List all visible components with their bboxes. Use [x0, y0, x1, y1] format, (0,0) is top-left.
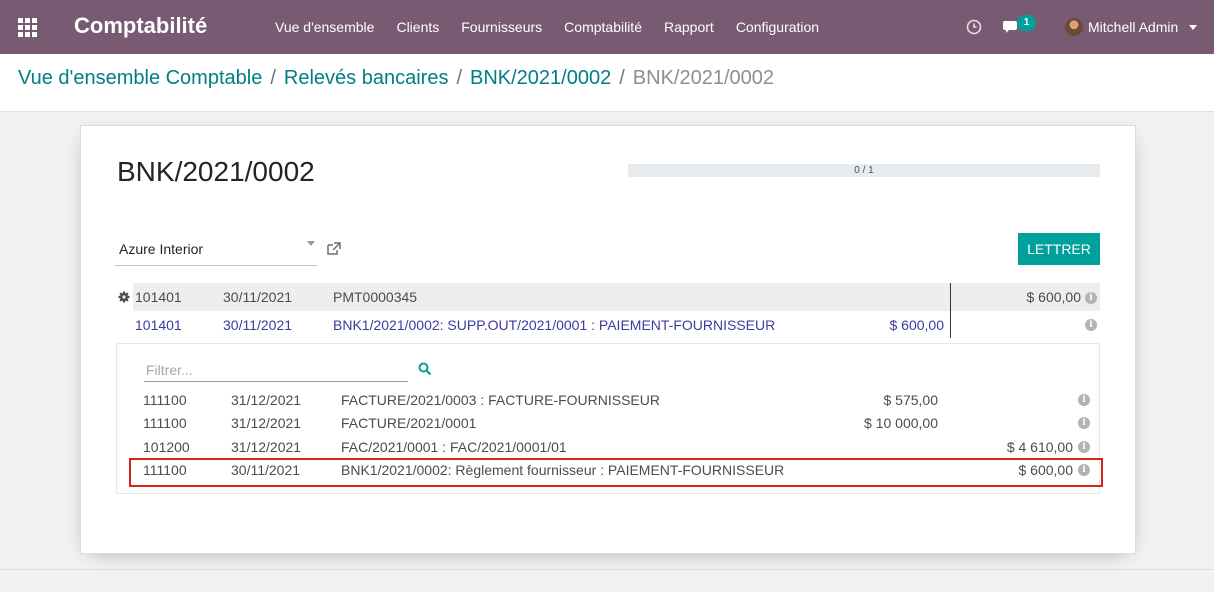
menu-item-reporting[interactable]: Rapport [653, 0, 725, 54]
dropdown-caret-icon[interactable] [307, 241, 315, 246]
search-icon[interactable] [418, 362, 432, 376]
info-icon[interactable]: i [1078, 394, 1090, 406]
user-menu-caret-icon[interactable] [1189, 25, 1197, 30]
gear-icon[interactable] [118, 291, 130, 303]
matched-account[interactable]: 101401 [135, 317, 182, 333]
activity-clock-icon[interactable] [966, 19, 982, 35]
info-icon[interactable]: i [1078, 417, 1090, 429]
statement-amount: $ 600,00 [1026, 289, 1082, 305]
matched-date[interactable]: 30/11/2021 [223, 317, 292, 333]
user-avatar[interactable] [1065, 18, 1083, 36]
proposition-label[interactable]: FACTURE/2021/0003 : FACTURE-FOURNISSEUR [341, 392, 660, 408]
breadcrumb-item-bank-statements[interactable]: Relevés bancaires [284, 67, 449, 90]
proposition-debit[interactable]: $ 575,00 [884, 392, 939, 408]
breadcrumb-separator: / [619, 67, 625, 89]
proposition-label[interactable]: FACTURE/2021/0001 [341, 415, 476, 431]
footer-divider [0, 569, 1214, 570]
info-icon[interactable]: i [1085, 292, 1097, 304]
info-icon[interactable]: i [1085, 319, 1097, 331]
reconciliation-progress: 0 / 1 [628, 164, 1100, 177]
statement-account: 101401 [135, 289, 182, 305]
statement-label: PMT0000345 [333, 289, 418, 305]
app-brand[interactable]: Comptabilité [74, 13, 207, 39]
matched-debit[interactable]: $ 600,00 [890, 317, 945, 333]
top-navbar: Comptabilité Vue d'ensemble Clients Four… [0, 0, 1214, 54]
breadcrumb-item-overview[interactable]: Vue d'ensemble Comptable [18, 67, 262, 90]
proposition-date[interactable]: 31/12/2021 [231, 415, 301, 431]
chat-counter-badge: 1 [1017, 15, 1036, 31]
control-panel: Vue d'ensemble Comptable / Relevés banca… [0, 54, 1214, 112]
page-title: BNK/2021/0002 [117, 156, 315, 187]
menu-item-configuration[interactable]: Configuration [725, 0, 830, 54]
proposition-credit[interactable]: $ 4 610,00 [1007, 439, 1073, 455]
proposition-date[interactable]: 31/12/2021 [231, 439, 301, 455]
proposition-date[interactable]: 31/12/2021 [231, 392, 301, 408]
matched-label[interactable]: BNK1/2021/0002: SUPP.OUT/2021/0001 : PAI… [333, 317, 775, 333]
external-link-icon[interactable] [327, 242, 341, 255]
apps-menu-icon[interactable] [18, 18, 37, 37]
proposition-label[interactable]: FAC/2021/0001 : FAC/2021/0001/01 [341, 439, 567, 455]
partner-select[interactable]: Azure Interior [115, 232, 317, 266]
breadcrumb-separator: / [456, 67, 462, 89]
menu-item-customers[interactable]: Clients [385, 0, 450, 54]
main-menu: Vue d'ensemble Clients Fournisseurs Comp… [264, 0, 830, 54]
proposition-account[interactable]: 101200 [143, 439, 190, 455]
breadcrumb-separator: / [270, 67, 276, 89]
menu-item-vendors[interactable]: Fournisseurs [450, 0, 553, 54]
breadcrumb-current: BNK/2021/0002 [632, 67, 775, 89]
info-icon[interactable]: i [1078, 441, 1090, 453]
proposition-account[interactable]: 111100 [143, 392, 187, 408]
column-divider [950, 283, 951, 338]
menu-item-overview[interactable]: Vue d'ensemble [264, 0, 385, 54]
statement-date: 30/11/2021 [223, 289, 293, 305]
highlight-box [129, 458, 1103, 487]
user-menu-name[interactable]: Mitchell Admin [1088, 19, 1178, 35]
breadcrumb: Vue d'ensemble Comptable / Relevés banca… [18, 67, 774, 90]
proposition-debit[interactable]: $ 10 000,00 [864, 415, 938, 431]
partner-select-value: Azure Interior [119, 241, 204, 257]
breadcrumb-item-statement[interactable]: BNK/2021/0002 [470, 67, 611, 90]
menu-item-accounting[interactable]: Comptabilité [553, 0, 653, 54]
filter-input[interactable] [144, 358, 408, 382]
proposition-account[interactable]: 111100 [143, 415, 187, 431]
reconcile-button[interactable]: LETTRER [1018, 233, 1100, 265]
